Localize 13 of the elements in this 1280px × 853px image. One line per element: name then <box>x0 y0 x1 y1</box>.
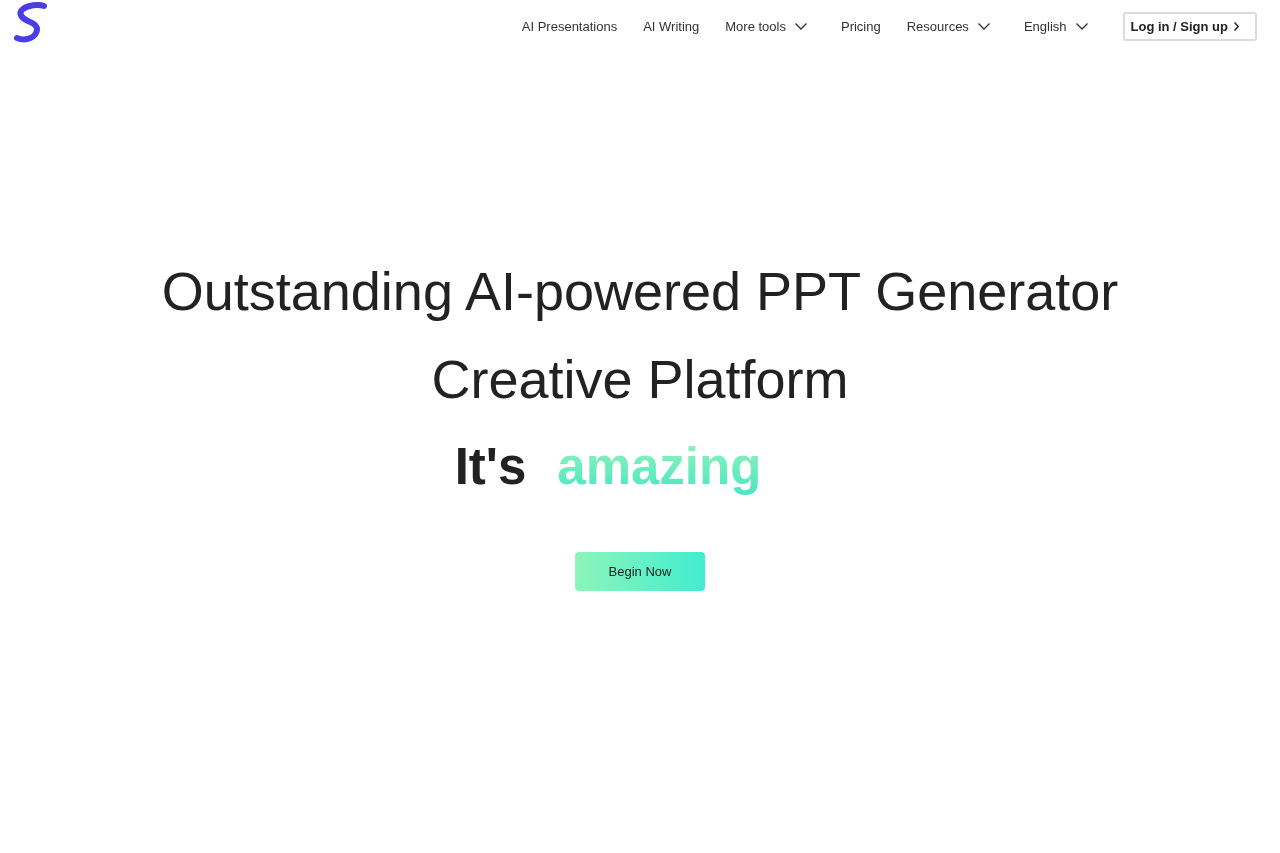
nav-link[interactable]: Resources <box>906 18 990 34</box>
logo-icon[interactable] <box>12 2 48 44</box>
nav-link[interactable]: AI Writing <box>643 18 700 34</box>
nav-link[interactable]: Pricing <box>841 18 881 34</box>
nav-link[interactable]: English <box>1023 18 1088 34</box>
nav-link[interactable]: More tools <box>725 18 807 34</box>
login-button[interactable]: Log in / Sign up <box>1122 11 1257 41</box>
tagline-text: It's <box>454 437 527 497</box>
begin-now-button[interactable]: Begin Now <box>575 552 705 591</box>
hero-heading: Outstanding AI-powered PPT Generator <box>161 260 1119 323</box>
nav-link[interactable]: AI Presentations <box>521 18 618 34</box>
chevron-right-icon <box>1234 21 1239 31</box>
hero-heading: Creative Platform <box>431 348 849 411</box>
